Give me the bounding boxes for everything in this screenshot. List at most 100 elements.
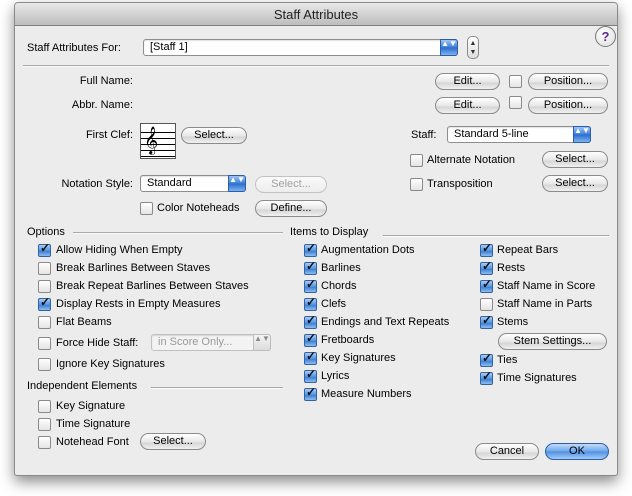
title-bar[interactable]: Staff Attributes — [15, 3, 617, 26]
display-checkbox[interactable]: ✓ — [480, 351, 493, 367]
staff-type-popup[interactable]: Standard 5-line ▲▼ — [447, 126, 591, 143]
notation-style-label: Notation Style: — [61, 178, 133, 190]
ok-button[interactable]: OK — [545, 443, 609, 460]
display-checkbox[interactable]: ✓ — [304, 295, 317, 311]
staff-attributes-dialog: Staff Attributes Staff Attributes For: [… — [14, 2, 618, 476]
option-checkbox[interactable]: ✓ — [38, 241, 51, 257]
stepper-up-icon[interactable]: ▲ — [468, 40, 478, 47]
display-label: Stems — [497, 316, 529, 328]
notehead-font-select-button[interactable]: Select... — [140, 433, 206, 450]
cancel-button[interactable]: Cancel — [475, 443, 539, 460]
check-icon: ✓ — [40, 295, 51, 309]
display-checkbox[interactable]: ✓ — [480, 259, 493, 275]
abbr-name-label: Abbr. Name: — [71, 99, 133, 111]
option-checkbox[interactable]: ✓ — [38, 295, 51, 311]
independent-divider — [151, 387, 283, 389]
alternate-notation-checkbox[interactable] — [410, 154, 423, 167]
display-label: Lyrics — [321, 370, 350, 382]
option-checkbox[interactable] — [38, 358, 51, 371]
check-icon: ✓ — [306, 277, 317, 291]
display-label: Ties — [497, 354, 518, 366]
check-icon: ✓ — [482, 313, 493, 327]
full-name-edit-button[interactable]: Edit... — [435, 73, 500, 90]
transposition-checkbox[interactable] — [410, 178, 423, 191]
option-label: Ignore Key Signatures — [56, 358, 165, 370]
display-label: Key Signatures — [321, 352, 396, 364]
display-label: Chords — [321, 280, 357, 292]
independent-checkbox[interactable] — [38, 436, 51, 449]
items-display-heading: Items to Display — [290, 226, 369, 238]
define-button[interactable]: Define... — [255, 200, 327, 217]
display-label: Time Signatures — [497, 372, 577, 384]
display-checkbox[interactable]: ✓ — [480, 241, 493, 257]
staff-label: Staff: — [411, 129, 437, 141]
display-checkbox[interactable]: ✓ — [304, 313, 317, 329]
first-clef-select-button[interactable]: Select... — [181, 127, 247, 144]
display-label: Fretboards — [321, 334, 375, 346]
option-checkbox[interactable] — [38, 337, 51, 350]
display-label: Repeat Bars — [497, 244, 559, 256]
abbr-name-edit-button[interactable]: Edit... — [435, 97, 500, 114]
divider — [23, 65, 609, 67]
window-title: Staff Attributes — [273, 7, 359, 22]
display-label: Staff Name in Parts — [497, 298, 593, 310]
option-checkbox[interactable] — [38, 262, 51, 275]
staff-for-label: Staff Attributes For: — [27, 42, 121, 54]
help-icon: ? — [601, 29, 610, 44]
transposition-label: Transposition — [427, 178, 493, 190]
display-checkbox[interactable]: ✓ — [304, 259, 317, 275]
stem-settings-button[interactable]: Stem Settings... — [498, 333, 607, 350]
display-checkbox[interactable]: ✓ — [304, 277, 317, 293]
check-icon: ✓ — [482, 241, 493, 255]
display-checkbox[interactable]: ✓ — [304, 331, 317, 347]
check-icon: ✓ — [306, 295, 317, 309]
popup-arrows-icon: ▲▼ — [440, 39, 458, 56]
check-icon: ✓ — [482, 277, 493, 291]
check-icon: ✓ — [40, 241, 51, 255]
notation-style-value: Standard — [147, 177, 192, 189]
force-hide-value: in Score Only... — [158, 336, 233, 348]
independent-label: Time Signature — [56, 418, 131, 430]
option-label: Allow Hiding When Empty — [56, 244, 183, 256]
notation-style-popup[interactable]: Standard ▲▼ — [140, 175, 246, 192]
check-icon: ✓ — [306, 259, 317, 273]
force-hide-popup[interactable]: in Score Only... ▲▼ — [151, 334, 271, 351]
full-name-checkbox[interactable] — [509, 75, 522, 88]
check-icon: ✓ — [482, 259, 493, 273]
independent-heading: Independent Elements — [27, 380, 138, 392]
display-checkbox[interactable]: ✓ — [480, 369, 493, 385]
full-name-position-button[interactable]: Position... — [528, 73, 608, 90]
stepper-down-icon[interactable]: ▼ — [468, 49, 478, 56]
display-checkbox[interactable]: ✓ — [304, 385, 317, 401]
option-checkbox[interactable] — [38, 316, 51, 329]
option-label: Break Repeat Barlines Between Staves — [56, 280, 249, 292]
display-label: Measure Numbers — [321, 388, 412, 400]
abbr-name-position-button[interactable]: Position... — [528, 97, 608, 114]
option-label: Break Barlines Between Staves — [56, 262, 211, 274]
option-checkbox[interactable] — [38, 280, 51, 293]
check-icon: ✓ — [306, 349, 317, 363]
check-icon: ✓ — [482, 369, 493, 383]
abbr-name-checkbox[interactable] — [509, 96, 522, 109]
option-label: Display Rests in Empty Measures — [56, 298, 221, 310]
alternate-notation-select-button[interactable]: Select... — [542, 151, 608, 168]
staff-for-popup[interactable]: [Staff 1] ▲▼ — [143, 39, 458, 56]
display-checkbox[interactable]: ✓ — [480, 313, 493, 329]
display-checkbox[interactable]: ✓ — [304, 349, 317, 365]
transposition-select-button[interactable]: Select... — [542, 175, 608, 192]
check-icon: ✓ — [306, 313, 317, 327]
display-checkbox[interactable]: ✓ — [480, 277, 493, 293]
notation-style-select-button[interactable]: Select... — [255, 176, 327, 193]
independent-checkbox[interactable] — [38, 418, 51, 431]
clef-preview[interactable]: 𝄞 — [140, 123, 176, 159]
display-checkbox[interactable]: ✓ — [304, 367, 317, 383]
independent-checkbox[interactable] — [38, 400, 51, 413]
staff-for-value: [Staff 1] — [150, 41, 188, 53]
treble-clef-icon: 𝄞 — [144, 126, 159, 154]
color-noteheads-checkbox[interactable] — [140, 202, 153, 215]
display-checkbox[interactable] — [480, 298, 493, 311]
display-checkbox[interactable]: ✓ — [304, 241, 317, 257]
staff-stepper[interactable]: ▲ ▼ — [467, 36, 479, 59]
help-button[interactable]: ? — [595, 26, 616, 47]
full-name-label: Full Name: — [79, 75, 133, 87]
